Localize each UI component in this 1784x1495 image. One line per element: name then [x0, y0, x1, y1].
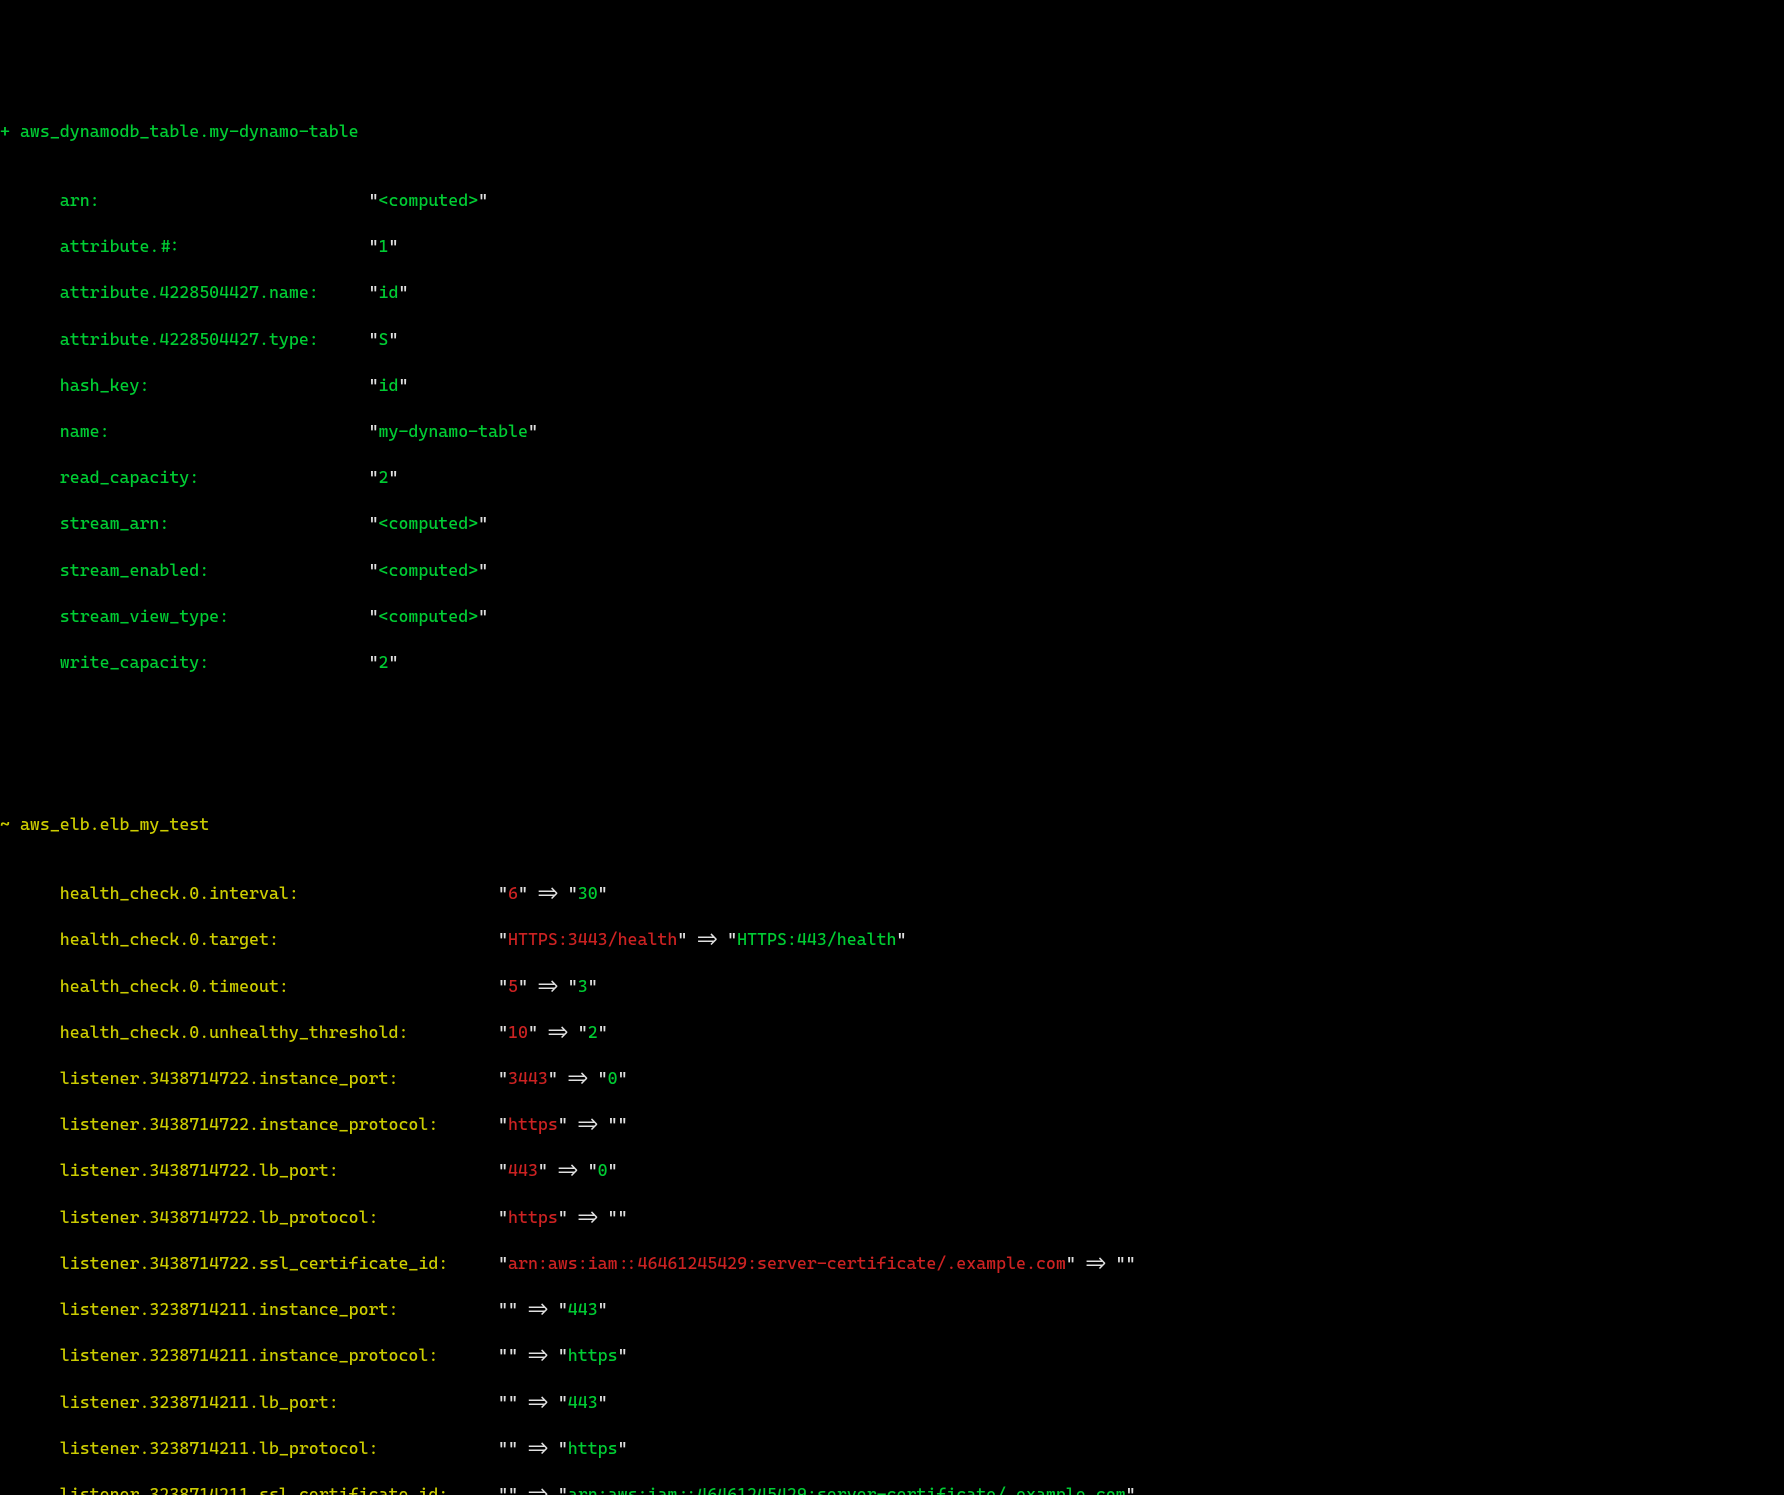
attr-key: listener.3438714722.instance_port:: [60, 1068, 399, 1088]
elb-attr-line: listener.3438714722.instance_port: "3443…: [0, 1067, 1784, 1090]
attr-key: health_check.0.target:: [60, 929, 279, 949]
elb-attr-line: listener.3438714722.lb_protocol: "https"…: [0, 1206, 1784, 1229]
elb-attr-line: listener.3238714211.lb_port: "" => "443": [0, 1391, 1784, 1414]
resource-header-dynamodb: + aws_dynamodb_table.my-dynamo-table: [0, 120, 1784, 143]
elb-attr-line: listener.3238714211.instance_protocol: "…: [0, 1344, 1784, 1367]
attr-key: listener.3238714211.lb_port:: [60, 1392, 339, 1412]
attr-attribute-name: attribute.4228504427.name: "id": [0, 281, 1784, 304]
attr-key: hash_key:: [60, 375, 150, 395]
attr-key: attribute.#:: [60, 236, 180, 256]
elb-attr-line: health_check.0.target: "HTTPS:3443/healt…: [0, 928, 1784, 951]
blank-line: [0, 720, 1784, 743]
attr-key: write_capacity:: [60, 652, 209, 672]
elb-attr-line: listener.3238714211.lb_protocol: "" => "…: [0, 1437, 1784, 1460]
attr-key: stream_enabled:: [60, 560, 209, 580]
action-symbol-create: +: [0, 121, 10, 141]
attr-stream-view-type: stream_view_type: "<computed>": [0, 605, 1784, 628]
attr-attribute-type: attribute.4228504427.type: "S": [0, 328, 1784, 351]
resource-address: aws_dynamodb_table.my-dynamo-table: [20, 121, 359, 141]
attr-key: listener.3438714722.lb_protocol:: [60, 1207, 379, 1227]
elb-attr-line: health_check.0.timeout: "5" => "3": [0, 975, 1784, 998]
attr-name: name: "my-dynamo-table": [0, 420, 1784, 443]
attr-key: listener.3238714211.lb_protocol:: [60, 1438, 379, 1458]
attr-key: listener.3238714211.instance_port:: [60, 1299, 399, 1319]
elb-attr-line: listener.3438714722.lb_port: "443" => "0…: [0, 1159, 1784, 1182]
attr-key: stream_arn:: [60, 513, 170, 533]
attr-stream-arn: stream_arn: "<computed>": [0, 512, 1784, 535]
attr-write-capacity: write_capacity: "2": [0, 651, 1784, 674]
attr-key: listener.3238714211.instance_protocol:: [60, 1345, 439, 1365]
attr-key: listener.3238714211.ssl_certificate_id:: [60, 1484, 448, 1495]
attr-key: read_capacity:: [60, 467, 199, 487]
attr-key: health_check.0.unhealthy_threshold:: [60, 1022, 409, 1042]
terraform-plan-output: + aws_dynamodb_table.my-dynamo-table arn…: [0, 46, 1784, 1495]
attr-attribute-count: attribute.#: "1": [0, 235, 1784, 258]
elb-attr-line: listener.3438714722.ssl_certificate_id: …: [0, 1252, 1784, 1275]
attr-key: listener.3438714722.instance_protocol:: [60, 1114, 439, 1134]
attr-read-capacity: read_capacity: "2": [0, 466, 1784, 489]
attr-stream-enabled: stream_enabled: "<computed>": [0, 559, 1784, 582]
attr-arn: arn: "<computed>": [0, 189, 1784, 212]
attr-key: health_check.0.timeout:: [60, 976, 289, 996]
attr-key: name:: [60, 421, 110, 441]
elb-attr-line: listener.3238714211.ssl_certificate_id: …: [0, 1483, 1784, 1495]
attr-key: arn:: [60, 190, 100, 210]
resource-address: aws_elb.elb_my_test: [20, 814, 209, 834]
elb-attr-line: listener.3438714722.instance_protocol: "…: [0, 1113, 1784, 1136]
elb-attr-line: health_check.0.interval: "6" => "30": [0, 882, 1784, 905]
attr-key: listener.3438714722.ssl_certificate_id:: [60, 1253, 448, 1273]
elb-attr-line: health_check.0.unhealthy_threshold: "10"…: [0, 1021, 1784, 1044]
action-symbol-update: ~: [0, 814, 10, 834]
attr-hash-key: hash_key: "id": [0, 374, 1784, 397]
attr-key: listener.3438714722.lb_port:: [60, 1160, 339, 1180]
elb-attr-line: listener.3238714211.instance_port: "" =>…: [0, 1298, 1784, 1321]
attr-key: attribute.4228504427.type:: [60, 329, 319, 349]
resource-header-elb: ~ aws_elb.elb_my_test: [0, 813, 1784, 836]
attr-key: stream_view_type:: [60, 606, 229, 626]
attr-key: attribute.4228504427.name:: [60, 282, 319, 302]
attr-key: health_check.0.interval:: [60, 883, 299, 903]
